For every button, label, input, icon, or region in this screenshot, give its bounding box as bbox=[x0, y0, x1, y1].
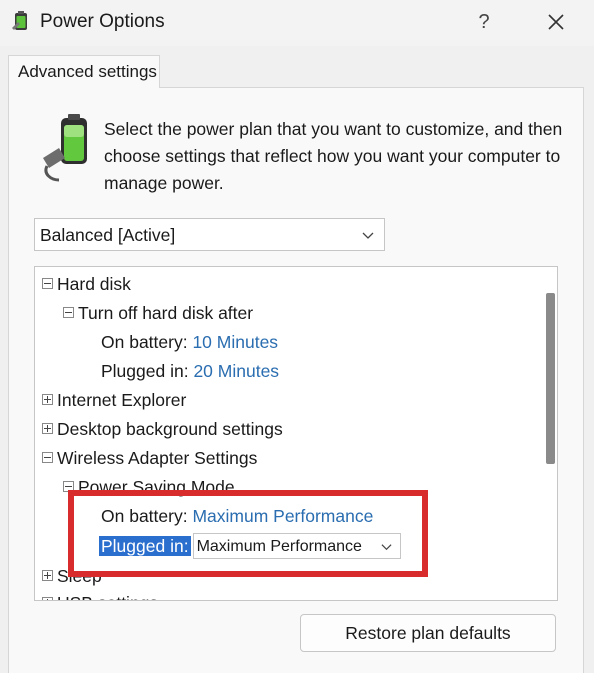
tree-item-power-saving-mode[interactable]: Power Saving Mode bbox=[63, 474, 235, 500]
tree-item-sleep[interactable]: Sleep bbox=[42, 563, 102, 589]
close-icon bbox=[548, 14, 564, 30]
expand-icon[interactable] bbox=[42, 394, 53, 406]
collapse-icon[interactable] bbox=[42, 452, 53, 464]
scrollbar-thumb[interactable] bbox=[546, 293, 555, 464]
settings-tree[interactable]: Hard disk Turn off hard disk after On ba… bbox=[34, 266, 558, 601]
expand-icon[interactable] bbox=[42, 423, 53, 435]
plugged-in-dropdown[interactable]: Maximum Performance bbox=[192, 533, 401, 559]
window-title: Power Options bbox=[40, 11, 165, 32]
tree-item-internet-explorer[interactable]: Internet Explorer bbox=[42, 387, 186, 413]
setting-value-link[interactable]: 20 Minutes bbox=[193, 361, 279, 381]
tree-item-wireless-adapter[interactable]: Wireless Adapter Settings bbox=[42, 445, 257, 471]
chevron-down-icon bbox=[362, 232, 374, 239]
tree-item-label: Wireless Adapter Settings bbox=[57, 448, 258, 468]
tree-item-turn-off-hard-disk[interactable]: Turn off hard disk after bbox=[63, 300, 253, 326]
restore-plan-defaults-button[interactable]: Restore plan defaults bbox=[300, 614, 556, 652]
tree-item-hd-plugged-in[interactable]: Plugged in: 20 Minutes bbox=[101, 358, 279, 384]
power-plan-dropdown[interactable]: Balanced [Active] bbox=[34, 218, 385, 251]
setting-value-link[interactable]: Maximum Performance bbox=[192, 506, 373, 526]
setting-label: On battery: bbox=[101, 332, 188, 352]
title-bar: Power Options ? bbox=[0, 0, 594, 46]
tree-item-label: USB settings bbox=[57, 593, 158, 600]
setting-label-selected: Plugged in: bbox=[99, 536, 191, 556]
tree-item-label: Power Saving Mode bbox=[78, 477, 235, 497]
tree-item-desktop-background[interactable]: Desktop background settings bbox=[42, 416, 283, 442]
setting-label: On battery: bbox=[101, 506, 188, 526]
tree-item-usb-settings[interactable]: USB settings bbox=[42, 590, 158, 600]
power-options-icon bbox=[12, 11, 27, 30]
help-button[interactable]: ? bbox=[470, 8, 498, 36]
tree-item-label: Sleep bbox=[57, 566, 102, 586]
tree-item-label: Desktop background settings bbox=[57, 419, 283, 439]
tree-scrollbar[interactable] bbox=[541, 267, 557, 600]
settings-panel: Select the power plan that you want to c… bbox=[8, 87, 584, 673]
chevron-down-icon bbox=[381, 544, 392, 551]
collapse-icon[interactable] bbox=[63, 481, 74, 493]
plugged-in-dropdown-value: Maximum Performance bbox=[196, 538, 362, 555]
setting-label: Plugged in: bbox=[101, 361, 189, 381]
tree-item-ws-plugged-in[interactable]: Plugged in: Maximum Performance bbox=[99, 533, 401, 559]
tree-item-hard-disk[interactable]: Hard disk bbox=[42, 271, 131, 297]
collapse-icon[interactable] bbox=[42, 278, 53, 290]
tree-item-label: Turn off hard disk after bbox=[78, 303, 254, 323]
setting-value-link[interactable]: 10 Minutes bbox=[192, 332, 278, 352]
description-text: Select the power plan that you want to c… bbox=[104, 119, 563, 193]
tree-item-label: Hard disk bbox=[57, 274, 131, 294]
power-plan-value: Balanced [Active] bbox=[40, 225, 176, 245]
tree-item-ws-on-battery[interactable]: On battery: Maximum Performance bbox=[101, 503, 373, 529]
tab-advanced-settings[interactable]: Advanced settings bbox=[8, 55, 160, 88]
tree-item-label: Internet Explorer bbox=[57, 390, 187, 410]
tree-item-hd-on-battery[interactable]: On battery: 10 Minutes bbox=[101, 329, 278, 355]
collapse-icon[interactable] bbox=[63, 307, 74, 319]
expand-icon[interactable] bbox=[42, 597, 53, 600]
close-button[interactable] bbox=[540, 8, 572, 36]
battery-plug-icon bbox=[43, 114, 87, 182]
expand-icon[interactable] bbox=[42, 570, 53, 582]
